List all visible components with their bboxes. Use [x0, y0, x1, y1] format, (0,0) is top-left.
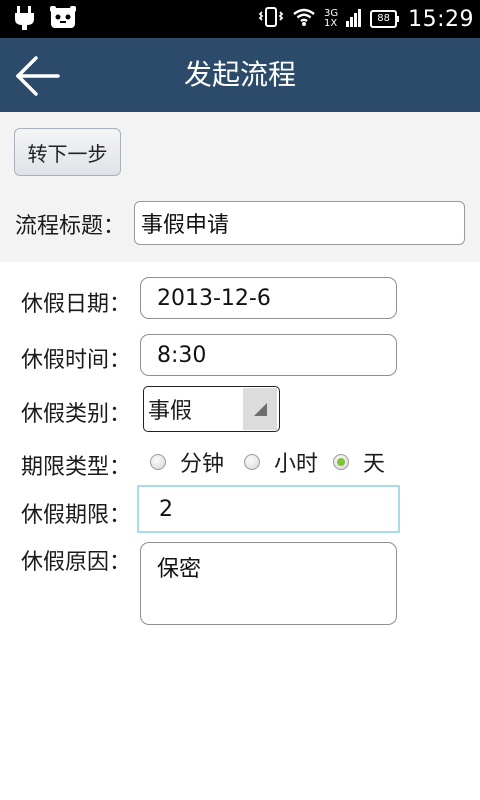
leave-period-input[interactable]: 2: [137, 485, 400, 533]
status-bar: 3G 1X 88 15:29: [0, 0, 480, 38]
page-title: 发起流程: [183, 58, 296, 91]
radio-circle-day: [333, 454, 350, 470]
flow-title-label: 流程标题：: [15, 214, 126, 239]
leave-reason-label: 休假原因：: [21, 550, 132, 575]
leave-time-input[interactable]: 8:30: [140, 334, 397, 376]
next-step-button[interactable]: 转下一步: [14, 128, 121, 176]
title-bar: 发起流程: [0, 38, 480, 112]
signal-icon: [346, 7, 362, 31]
battery-level: 88: [377, 13, 390, 24]
battery-icon: 88: [370, 10, 400, 28]
leave-reason-textarea[interactable]: 保密: [140, 542, 397, 625]
radio-label-day: 天: [363, 452, 386, 477]
leave-date-value: 2013-12-6: [157, 285, 271, 311]
flow-title-value: 事假申请: [141, 213, 230, 238]
leave-period-value: 2: [159, 496, 173, 522]
back-button[interactable]: [14, 54, 62, 98]
notification-icon: [50, 6, 76, 34]
vibrate-icon: [258, 6, 284, 32]
radio-circle-hour: [244, 454, 261, 470]
radio-minute[interactable]: 分钟: [150, 446, 224, 478]
status-time: 15:29: [408, 6, 474, 32]
network-1x-label: 1X: [323, 18, 338, 29]
usb-icon: [14, 6, 36, 34]
radio-label-minute: 分钟: [180, 452, 225, 477]
wifi-icon: [292, 7, 316, 31]
period-type-label: 期限类型：: [21, 455, 132, 480]
back-arrow-icon: [16, 56, 60, 96]
leave-period-label: 休假期限：: [21, 503, 132, 528]
leave-type-select[interactable]: 事假: [143, 386, 280, 432]
radio-circle-minute: [150, 454, 166, 470]
period-type-radio-group: 分钟 小时 天: [150, 446, 385, 478]
flow-title-input[interactable]: 事假申请: [134, 201, 465, 245]
radio-day[interactable]: 天: [333, 446, 385, 478]
leave-reason-value: 保密: [157, 557, 202, 582]
leave-time-value: 8:30: [157, 342, 207, 368]
radio-label-hour: 小时: [274, 452, 319, 477]
radio-hour[interactable]: 小时: [244, 446, 318, 478]
leave-time-label: 休假时间：: [21, 348, 132, 373]
leave-date-label: 休假日期：: [21, 292, 132, 317]
leave-type-label: 休假类别：: [21, 402, 132, 427]
leave-type-value: 事假: [148, 399, 193, 424]
dropdown-arrow-icon: [243, 388, 277, 430]
leave-date-input[interactable]: 2013-12-6: [140, 277, 397, 319]
network-indicator: 3G 1X: [324, 9, 338, 29]
